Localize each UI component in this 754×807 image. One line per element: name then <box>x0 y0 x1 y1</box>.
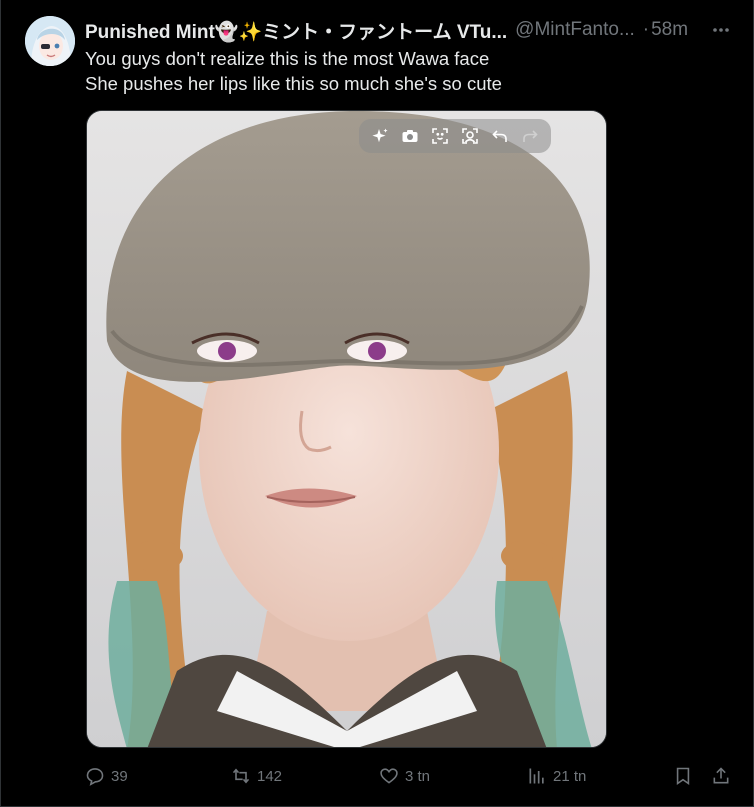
more-options-icon[interactable] <box>709 18 733 42</box>
user-handle[interactable]: @MintFanto... <box>515 19 635 41</box>
focus-icon[interactable] <box>429 125 451 147</box>
bookmark-button[interactable] <box>673 762 693 790</box>
bookmark-icon <box>676 767 690 786</box>
tweet-actions: 39 142 3 tn 21 tn <box>85 762 735 790</box>
camera-icon[interactable] <box>399 125 421 147</box>
tweet-text: You guys don't realize this is the most … <box>85 46 725 96</box>
timestamp[interactable]: 58m <box>651 19 688 41</box>
reply-button[interactable]: 39 <box>85 762 128 790</box>
tweet[interactable]: Punished Mint👻✨ミント・ファントーム VTu... @MintFa… <box>0 0 754 807</box>
sparkle-icon[interactable] <box>369 125 391 147</box>
share-button[interactable] <box>711 762 731 790</box>
reply-icon <box>86 768 104 786</box>
like-button[interactable]: 3 tn <box>379 762 430 790</box>
analytics-icon <box>529 768 544 784</box>
repost-button[interactable]: 142 <box>231 762 282 790</box>
separator-dot: · <box>642 19 650 40</box>
undo-icon[interactable] <box>489 125 511 147</box>
tweet-header: Punished Mint👻✨ミント・ファントーム VTu... @MintFa… <box>85 16 733 44</box>
redo-icon[interactable] <box>519 125 541 147</box>
media-toolbar <box>359 119 551 153</box>
display-name[interactable]: Punished Mint👻✨ミント・ファントーム VTu... <box>85 17 507 44</box>
avatar[interactable] <box>25 16 75 66</box>
share-icon <box>713 767 729 784</box>
face-scan-icon[interactable] <box>459 125 481 147</box>
reply-count: 39 <box>111 767 128 785</box>
media-photo <box>87 111 606 747</box>
tweet-media[interactable] <box>86 110 607 748</box>
views-button[interactable]: 21 tn <box>527 762 586 790</box>
tweet-text-line-2: She pushes her lips like this so much sh… <box>85 73 502 94</box>
repost-count: 142 <box>257 767 283 785</box>
like-count: 3 tn <box>405 767 431 785</box>
view-count: 21 tn <box>553 767 587 785</box>
heart-icon <box>380 768 398 784</box>
avatar-image <box>25 16 75 66</box>
tweet-text-line-1: You guys don't realize this is the most … <box>85 48 490 69</box>
repost-icon <box>232 768 250 784</box>
